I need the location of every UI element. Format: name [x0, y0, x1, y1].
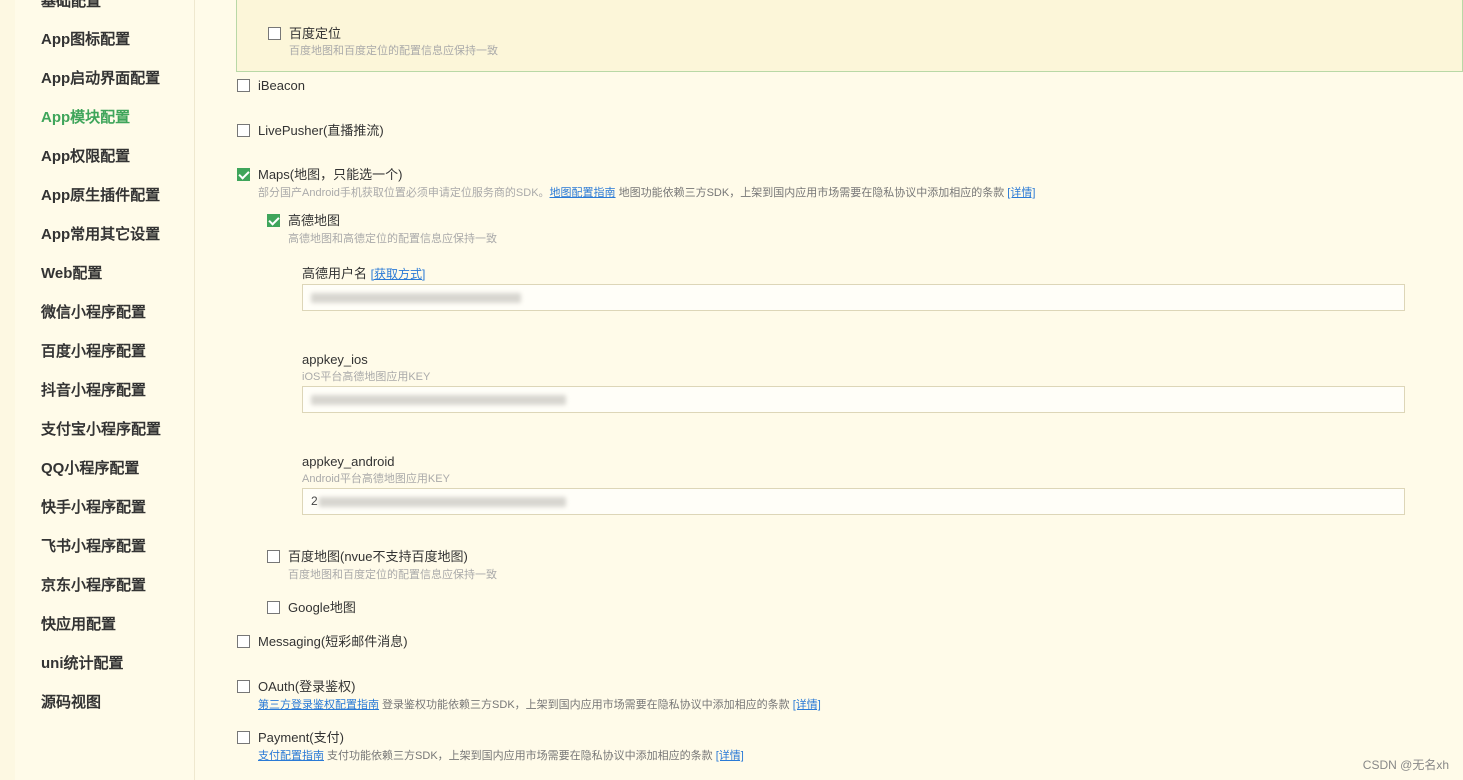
baidu-location-label: 百度定位 — [289, 26, 342, 41]
ibeacon-label: iBeacon — [258, 78, 305, 93]
baidu-map-desc: 百度地图和百度定位的配置信息应保持一致 — [288, 569, 497, 581]
sidebar-item-wechat-mp[interactable]: 微信小程序配置 — [41, 303, 146, 323]
payment-sdk-note: 支付功能依赖三方SDK，上架到国内应用市场需要在隐私协议中添加相应的条款 — [324, 750, 716, 762]
messaging-label: Messaging(短彩邮件消息) — [258, 634, 408, 649]
sidebar-item-uni-stats[interactable]: uni统计配置 — [41, 654, 124, 674]
baidu-location-checkbox[interactable] — [268, 27, 281, 40]
sidebar-item-app-native-plugins[interactable]: App原生插件配置 — [41, 186, 160, 206]
redacted-value — [311, 395, 566, 405]
maps-checkbox[interactable] — [237, 168, 250, 181]
payment-label: Payment(支付) — [258, 730, 344, 745]
sidebar-item-app-splash[interactable]: App启动界面配置 — [41, 69, 160, 89]
sidebar-item-web[interactable]: Web配置 — [41, 264, 102, 284]
maps-detail-link[interactable]: [详情] — [1007, 187, 1035, 199]
amap-username-howto-link[interactable]: [获取方式] — [371, 267, 426, 281]
google-map-label: Google地图 — [288, 600, 356, 615]
sidebar-item-basic[interactable]: 基础配置 — [41, 0, 101, 12]
payment-guide-link[interactable]: 支付配置指南 — [258, 750, 324, 762]
oauth-desc: 第三方登录鉴权配置指南 登录鉴权功能依赖三方SDK，上架到国内应用市场需要在隐私… — [258, 698, 821, 712]
amap-desc: 高德地图和高德定位的配置信息应保持一致 — [288, 233, 497, 245]
appkey-ios-input[interactable] — [302, 386, 1405, 413]
baidu-map-label: 百度地图(nvue不支持百度地图) — [288, 549, 468, 564]
payment-checkbox[interactable] — [237, 731, 250, 744]
amap-username-label: 高德用户名 [获取方式] — [302, 266, 425, 282]
amap-label: 高德地图 — [288, 213, 341, 228]
appkey-ios-desc: iOS平台高德地图应用KEY — [302, 371, 431, 383]
module-config-panel: 百度定位 百度地图和百度定位的配置信息应保持一致 iBeacon LivePus… — [196, 0, 1463, 780]
sidebar-item-app-modules[interactable]: App模块配置 — [41, 108, 130, 128]
maps-sdk-note: 地图功能依赖三方SDK，上架到国内应用市场需要在隐私协议中添加相应的条款 — [615, 187, 1008, 199]
livepusher-label: LivePusher(直播推流) — [258, 123, 384, 138]
sidebar-item-feishu-mp[interactable]: 飞书小程序配置 — [41, 537, 146, 557]
google-map-checkbox[interactable] — [267, 601, 280, 614]
baidu-location-desc: 百度地图和百度定位的配置信息应保持一致 — [289, 45, 498, 57]
maps-guide-link[interactable]: 地图配置指南 — [550, 187, 616, 199]
payment-desc: 支付配置指南 支付功能依赖三方SDK，上架到国内应用市场需要在隐私协议中添加相应… — [258, 749, 744, 763]
sidebar-item-source-view[interactable]: 源码视图 — [41, 693, 101, 713]
settings-sidebar: 基础配置 App图标配置 App启动界面配置 App模块配置 App权限配置 A… — [15, 0, 195, 780]
csdn-watermark: CSDN @无名xh — [1362, 758, 1449, 772]
sidebar-item-baidu-mp[interactable]: 百度小程序配置 — [41, 342, 146, 362]
sidebar-item-qq-mp[interactable]: QQ小程序配置 — [41, 459, 139, 479]
redacted-value — [319, 497, 566, 507]
appkey-android-value-prefix: 2 — [311, 494, 318, 508]
livepusher-checkbox[interactable] — [237, 124, 250, 137]
ibeacon-checkbox[interactable] — [237, 79, 250, 92]
appkey-ios-label: appkey_ios — [302, 352, 368, 367]
maps-desc: 部分国产Android手机获取位置必须申请定位服务商的SDK。地图配置指南 地图… — [258, 186, 1035, 200]
oauth-guide-link[interactable]: 第三方登录鉴权配置指南 — [258, 699, 379, 711]
amap-checkbox[interactable] — [267, 214, 280, 227]
sidebar-item-alipay-mp[interactable]: 支付宝小程序配置 — [41, 420, 161, 440]
sidebar-item-app-icon[interactable]: App图标配置 — [41, 30, 130, 50]
oauth-sdk-note: 登录鉴权功能依赖三方SDK，上架到国内应用市场需要在隐私协议中添加相应的条款 — [379, 699, 793, 711]
oauth-checkbox[interactable] — [237, 680, 250, 693]
left-edge-strip — [0, 0, 15, 780]
sidebar-item-app-permissions[interactable]: App权限配置 — [41, 147, 130, 167]
sidebar-item-app-other-settings[interactable]: App常用其它设置 — [41, 225, 160, 245]
appkey-android-label: appkey_android — [302, 454, 395, 469]
baidu-map-checkbox[interactable] — [267, 550, 280, 563]
amap-username-input[interactable] — [302, 284, 1405, 311]
appkey-android-desc: Android平台高德地图应用KEY — [302, 473, 450, 485]
messaging-checkbox[interactable] — [237, 635, 250, 648]
payment-detail-link[interactable]: [详情] — [716, 750, 744, 762]
amap-username-label-text: 高德用户名 — [302, 266, 368, 281]
sidebar-item-jd-mp[interactable]: 京东小程序配置 — [41, 576, 146, 596]
sidebar-item-kuaishou-mp[interactable]: 快手小程序配置 — [41, 498, 146, 518]
oauth-detail-link[interactable]: [详情] — [793, 699, 821, 711]
maps-label: Maps(地图，只能选一个) — [258, 167, 403, 182]
maps-desc-text: 部分国产Android手机获取位置必须申请定位服务商的SDK。 — [258, 187, 550, 199]
appkey-android-input[interactable]: 2 — [302, 488, 1405, 515]
sidebar-item-douyin-mp[interactable]: 抖音小程序配置 — [41, 381, 146, 401]
redacted-value — [311, 293, 521, 303]
location-submodule-box — [236, 0, 1463, 72]
oauth-label: OAuth(登录鉴权) — [258, 679, 356, 694]
sidebar-item-quickapp[interactable]: 快应用配置 — [41, 615, 116, 635]
